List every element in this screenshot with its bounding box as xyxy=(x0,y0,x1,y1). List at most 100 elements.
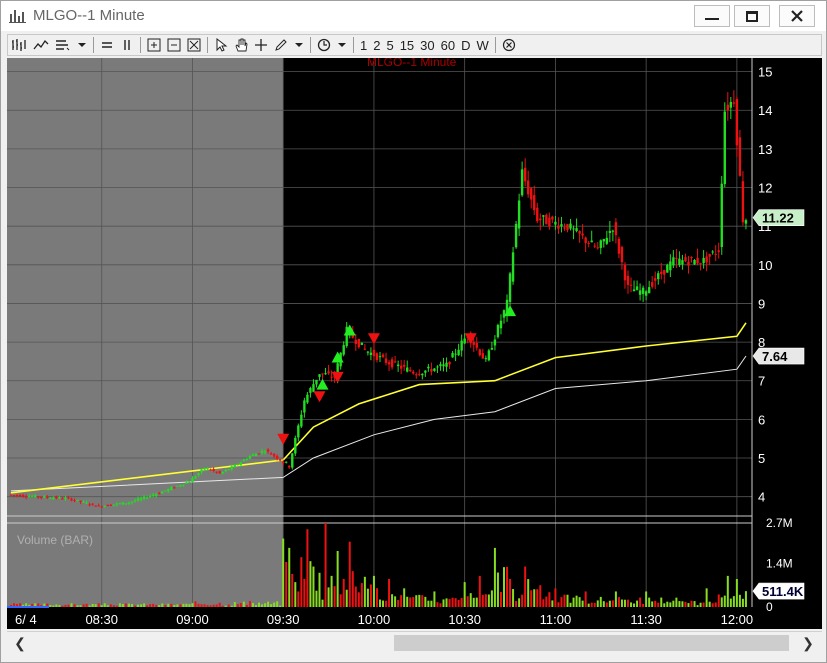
clear-button[interactable] xyxy=(499,35,519,55)
draw-tool-button[interactable] xyxy=(271,35,291,55)
volume-bar-up xyxy=(188,604,191,607)
volume-bar-up xyxy=(705,588,708,607)
candle-down xyxy=(418,374,421,376)
chart-canvas[interactable]: 08:30 09:00 09:30 10:00 10:30 11:00 11:30 12:00… xyxy=(7,55,822,630)
candle-down xyxy=(387,362,391,365)
interval-button-2[interactable]: 2 xyxy=(370,35,383,55)
candle-down xyxy=(696,257,699,264)
candle-up xyxy=(194,476,197,479)
cursor-arrow-icon xyxy=(216,38,228,52)
volume-bar-down xyxy=(617,597,620,607)
volume-bar-up xyxy=(106,605,109,607)
zoom-out-button[interactable] xyxy=(164,35,184,55)
candle-up xyxy=(669,261,672,271)
volume-bar-up xyxy=(678,601,681,607)
candle-up xyxy=(64,497,67,499)
candle-down xyxy=(732,102,736,104)
pan-tool-button[interactable] xyxy=(231,35,251,55)
candle-up xyxy=(103,505,106,507)
candle-down xyxy=(40,497,43,499)
drawing-style-button[interactable] xyxy=(52,35,74,55)
volume-bar-down xyxy=(375,588,378,607)
candle-down xyxy=(596,247,599,249)
interval-button-d[interactable]: D xyxy=(458,35,473,55)
volume-bar-up xyxy=(599,596,602,607)
volume-bar-up xyxy=(288,547,291,607)
interval-clock-button[interactable] xyxy=(314,35,334,55)
volume-bar-up xyxy=(427,600,430,607)
horizontal-scrollbar[interactable]: ❮ ❯ xyxy=(7,631,822,653)
vertical-layout-button[interactable] xyxy=(117,35,137,55)
volume-bar-up xyxy=(681,601,684,607)
candle-up xyxy=(164,490,167,492)
candle-down xyxy=(617,238,621,254)
crosshair-tool-button[interactable] xyxy=(251,35,271,55)
title-bar[interactable]: MLGO--1 Minute xyxy=(1,1,826,31)
bar-chart-type-button[interactable] xyxy=(8,35,30,55)
line-chart-type-button[interactable] xyxy=(30,35,52,55)
toolbar-divider xyxy=(353,37,354,53)
volume-bar-down xyxy=(348,541,351,607)
volume-bar-down xyxy=(134,605,137,607)
volume-bar-up xyxy=(336,551,339,607)
maximize-button[interactable] xyxy=(734,5,770,27)
scroll-left-button[interactable]: ❮ xyxy=(11,634,29,652)
time-axis-band xyxy=(7,608,822,630)
interval-button-5[interactable]: 5 xyxy=(383,35,396,55)
volume-bar-down xyxy=(654,600,657,607)
candle-up xyxy=(300,414,303,427)
interval-button-w[interactable]: W xyxy=(474,35,492,55)
candle-up xyxy=(599,240,602,248)
chart-area[interactable]: 08:30 09:00 09:30 10:00 10:30 11:00 11:30 12:00… xyxy=(7,55,822,630)
candle-up xyxy=(638,290,642,295)
scroll-right-button[interactable]: ❯ xyxy=(799,634,817,652)
candle-up xyxy=(632,289,636,292)
candle-up xyxy=(457,349,460,356)
close-button[interactable] xyxy=(779,5,815,27)
volume-bar-down xyxy=(85,603,88,607)
candle-down xyxy=(545,214,548,225)
volume-bar-down xyxy=(690,600,693,607)
volume-bar-down xyxy=(605,602,608,607)
zoom-in-button[interactable] xyxy=(144,35,164,55)
candle-up xyxy=(366,351,370,353)
interval-button-60[interactable]: 60 xyxy=(438,35,458,55)
volume-bar-up xyxy=(321,599,324,607)
candle-down xyxy=(526,180,530,195)
interval-button-30[interactable]: 30 xyxy=(417,35,437,55)
candle-down xyxy=(708,253,711,257)
candle-down xyxy=(623,264,627,281)
volume-bar-up xyxy=(76,605,79,607)
volume-bar-down xyxy=(291,573,294,607)
volume-bar-down xyxy=(179,604,182,607)
volume-bar-down xyxy=(146,605,149,607)
horizontal-layout-button[interactable] xyxy=(97,35,117,55)
volume-bar-up xyxy=(527,579,530,607)
candle-down xyxy=(9,494,13,496)
draw-tool-dropdown[interactable] xyxy=(291,35,307,55)
zoom-fit-button[interactable] xyxy=(184,35,204,55)
volume-bar-down xyxy=(342,579,345,607)
chart-watermark: MLGO--1 Minute xyxy=(367,58,457,69)
pointer-tool-button[interactable] xyxy=(211,35,231,55)
minimize-button[interactable] xyxy=(694,5,730,27)
candle-down xyxy=(523,167,527,182)
trade-signals xyxy=(277,305,517,445)
volume-panel-label: Volume (BAR) xyxy=(17,533,93,547)
interval-dropdown[interactable] xyxy=(334,35,350,55)
scrollbar-thumb[interactable] xyxy=(394,635,789,651)
volume-bar-down xyxy=(203,604,206,607)
candle-down xyxy=(218,471,221,474)
candle-up xyxy=(112,504,116,506)
candle-down xyxy=(275,455,279,459)
interval-button-1[interactable]: 1 xyxy=(357,35,370,55)
volume-bar-down xyxy=(124,603,127,607)
volume-bar-up xyxy=(406,596,409,607)
volume-bar-up xyxy=(442,599,445,607)
candle-up xyxy=(396,364,400,367)
candle-up xyxy=(118,503,122,505)
interval-button-15[interactable]: 15 xyxy=(397,35,417,55)
chart-type-dropdown[interactable] xyxy=(74,35,90,55)
volume-bar-up xyxy=(687,603,690,607)
volume-bar-up xyxy=(496,572,499,607)
